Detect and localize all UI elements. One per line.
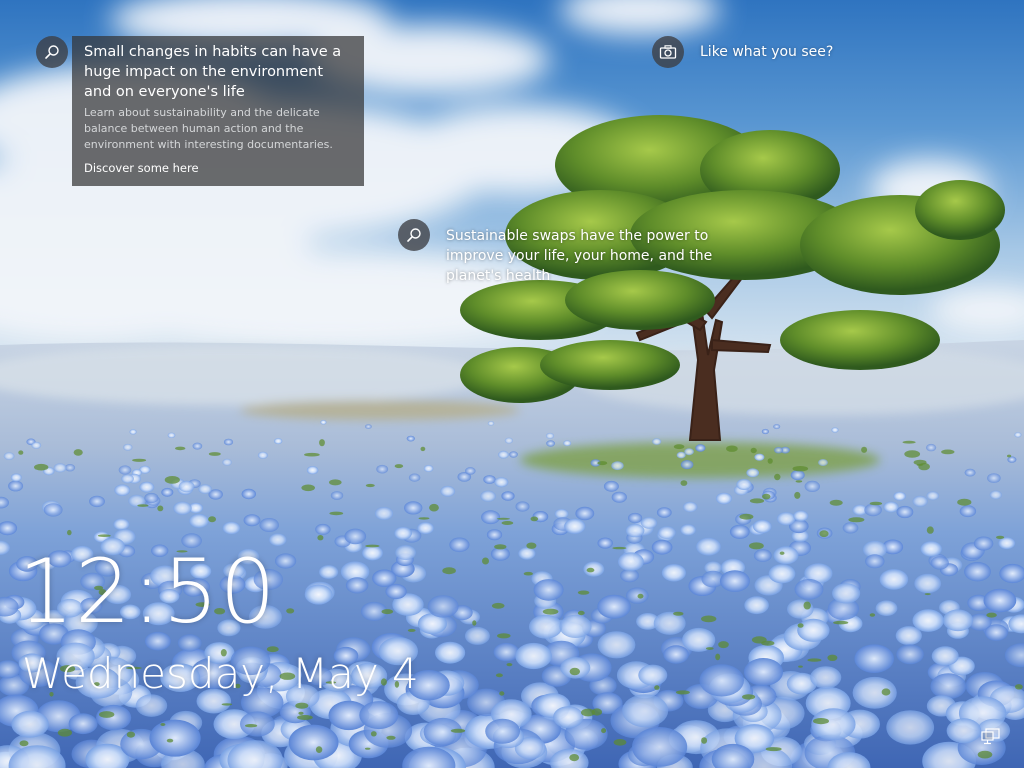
tip-hotspot-2[interactable] [398, 219, 430, 251]
search-icon [406, 227, 422, 243]
camera-icon [659, 44, 677, 60]
lock-screen[interactable]: Small changes in habits can have a huge … [0, 0, 1024, 768]
clock-date: Wednesday, May 4 [22, 649, 419, 698]
tip-card[interactable]: Small changes in habits can have a huge … [72, 36, 364, 186]
like-what-you-see-label[interactable]: Like what you see? [700, 42, 833, 62]
tip-description: Learn about sustainability and the delic… [84, 106, 333, 151]
tip-hotspot-1[interactable] [36, 36, 68, 68]
tip-2-text[interactable]: Sustainable swaps have the power to impr… [446, 226, 716, 286]
network-icon[interactable] [981, 728, 1001, 746]
search-icon [44, 44, 60, 60]
discover-link[interactable]: Discover some here [84, 159, 352, 177]
clock-time: 12:50 [18, 540, 277, 643]
like-what-you-see-button[interactable] [652, 36, 684, 68]
tip-title: Small changes in habits can have a huge … [84, 44, 342, 100]
